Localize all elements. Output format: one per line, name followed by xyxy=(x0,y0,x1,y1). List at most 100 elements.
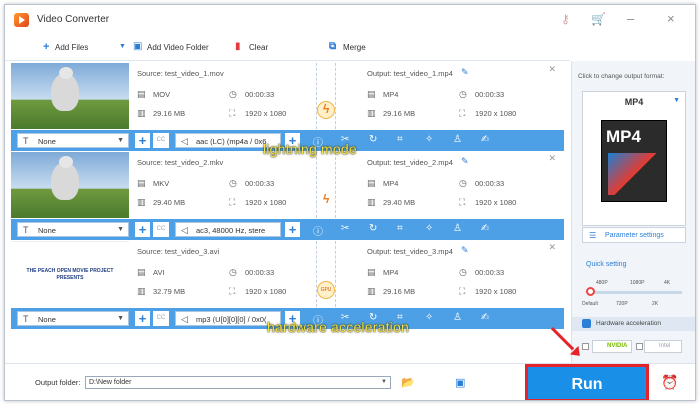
thumbnail-title-text: THE PEACH OPEN MOVIE PROJECT PRESENTS xyxy=(26,268,114,281)
mp4-format-icon: MP4 xyxy=(601,120,667,202)
lightning-icon: ϟ xyxy=(323,102,330,116)
crop-icon[interactable]: ⌗ xyxy=(397,223,403,234)
clear-button[interactable]: Clear xyxy=(249,43,268,52)
rotate-icon[interactable]: ↻ xyxy=(369,223,377,234)
output-format: MP4 xyxy=(383,268,399,277)
chevron-down-icon[interactable]: ▼ xyxy=(381,379,387,385)
source-duration: 00:00:33 xyxy=(245,179,275,188)
chevron-down-icon[interactable]: ▼ xyxy=(119,43,126,50)
quick-setting-label: Quick setting xyxy=(586,261,627,268)
annotation-lightning-mode: lightning mode xyxy=(263,141,357,157)
source-name: Source: test_video_1.mov xyxy=(137,69,224,78)
source-resolution: 1920 x 1080 xyxy=(245,287,287,296)
subtitle-select[interactable]: T None ▼ xyxy=(17,222,129,237)
add-files-button[interactable]: Add Files xyxy=(55,43,88,52)
effects-wand-icon[interactable]: ✧ xyxy=(425,312,433,323)
add-subtitle-button[interactable]: + xyxy=(135,222,150,237)
edit-pencil-icon[interactable]: ✎ xyxy=(461,156,469,167)
output-name: Output: test_video_3.mp4 xyxy=(367,247,453,256)
title-bar: Video Converter ⚷ 🛒 – × xyxy=(5,5,695,35)
parameter-settings-button[interactable]: ☰ Parameter settings xyxy=(582,227,686,243)
cc-icon[interactable]: CC xyxy=(153,311,169,326)
remove-row-close-icon[interactable]: ✕ xyxy=(548,64,556,75)
watermark-stamp-icon[interactable]: ♙ xyxy=(453,134,462,145)
cc-icon[interactable]: CC xyxy=(153,222,169,237)
file-icon: ▥ xyxy=(367,286,376,296)
text-icon: T xyxy=(23,225,29,235)
edit-subtitle-icon[interactable]: ✍ xyxy=(481,223,489,234)
edit-subtitle-icon[interactable]: ✍ xyxy=(481,312,489,323)
add-subtitle-button[interactable]: + xyxy=(135,311,150,326)
speaker-icon: ◁ xyxy=(181,136,188,146)
resolution-icon: ⛶ xyxy=(229,286,236,296)
film-icon: ▤ xyxy=(137,178,146,188)
audio-track-select[interactable]: ◁ mp3 (U[0][0][0] / 0x0( xyxy=(175,311,281,326)
app-title: Video Converter xyxy=(37,14,110,25)
preview-folder-icon[interactable]: ▣ xyxy=(455,376,465,389)
nvidia-checkbox[interactable] xyxy=(582,343,589,350)
annotation-hardware-acceleration: hardware acceleration xyxy=(267,319,409,335)
hardware-acceleration-header: Hardware acceleration xyxy=(571,317,695,331)
output-size: 29.40 MB xyxy=(383,198,416,207)
clock-icon: ◷ xyxy=(459,178,467,188)
edit-pencil-icon[interactable]: ✎ xyxy=(461,245,469,256)
output-folder-input[interactable]: D:\New folder ▼ xyxy=(85,376,391,389)
remove-row-close-icon[interactable]: ✕ xyxy=(548,242,556,253)
video-thumbnail-2[interactable] xyxy=(11,152,129,218)
video-thumbnail-3[interactable]: THE PEACH OPEN MOVIE PROJECT PRESENTS xyxy=(11,241,129,307)
close-window-button[interactable]: × xyxy=(667,11,675,26)
crop-icon[interactable]: ⌗ xyxy=(397,134,403,145)
rotate-icon[interactable]: ↻ xyxy=(369,134,377,145)
info-icon[interactable]: ⓘ xyxy=(313,223,323,238)
audio-track-select[interactable]: ◁ ac3, 48000 Hz, stere xyxy=(175,222,281,237)
text-icon: T xyxy=(23,136,29,146)
key-icon[interactable]: ⚷ xyxy=(561,12,570,26)
tick-4k: 4K xyxy=(664,280,671,286)
subtitle-select[interactable]: T None ▼ xyxy=(17,133,129,148)
add-audio-button[interactable]: + xyxy=(285,222,300,237)
output-name: Output: test_video_2.mp4 xyxy=(367,158,453,167)
tick-480p: 480P xyxy=(596,280,608,286)
source-format: MOV xyxy=(153,90,171,99)
file-icon: ▥ xyxy=(367,108,376,118)
sliders-icon: ☰ xyxy=(589,231,597,240)
chevron-down-icon: ▼ xyxy=(117,137,124,144)
nvidia-badge[interactable]: NVIDIA xyxy=(592,340,632,353)
video-thumbnail-1[interactable] xyxy=(11,63,129,129)
open-folder-icon[interactable]: 📂 xyxy=(401,376,415,389)
edit-pencil-icon[interactable]: ✎ xyxy=(461,67,469,78)
watermark-stamp-icon[interactable]: ♙ xyxy=(453,312,462,323)
subtitle-select[interactable]: T None ▼ xyxy=(17,311,129,326)
run-button[interactable]: Run xyxy=(525,364,649,400)
intel-checkbox[interactable] xyxy=(636,343,643,350)
merge-button[interactable]: Merge xyxy=(343,43,366,52)
chip-icon xyxy=(582,319,591,328)
source-format: AVI xyxy=(153,268,165,277)
file-icon: ▥ xyxy=(367,197,376,207)
intel-badge[interactable]: Intel xyxy=(644,340,682,353)
watermark-stamp-icon[interactable]: ♙ xyxy=(453,223,462,234)
alarm-clock-icon[interactable]: ⏰ xyxy=(661,374,678,391)
cut-icon[interactable]: ✂ xyxy=(341,223,349,234)
lightning-icon: ϟ xyxy=(323,192,330,206)
merge-icon: ⧉ xyxy=(329,41,337,52)
clock-icon: ◷ xyxy=(229,178,237,188)
remove-row-close-icon[interactable]: ✕ xyxy=(548,153,556,164)
add-subtitle-button[interactable]: + xyxy=(135,133,150,148)
output-format-selector[interactable]: MP4 ▼ MP4 xyxy=(582,91,686,226)
effects-wand-icon[interactable]: ✧ xyxy=(425,134,433,145)
output-format-label: MP4 xyxy=(624,97,644,107)
effects-wand-icon[interactable]: ✧ xyxy=(425,223,433,234)
file-icon: ▥ xyxy=(137,108,146,118)
file-icon: ▥ xyxy=(137,286,146,296)
output-duration: 00:00:33 xyxy=(475,90,505,99)
add-video-folder-button[interactable]: Add Video Folder xyxy=(147,43,209,52)
edit-subtitle-icon[interactable]: ✍ xyxy=(481,134,489,145)
quality-slider-handle[interactable] xyxy=(586,287,595,296)
cc-icon[interactable]: CC xyxy=(153,133,169,148)
source-format: MKV xyxy=(153,179,170,188)
minimize-button[interactable]: – xyxy=(627,11,634,26)
cart-icon[interactable]: 🛒 xyxy=(591,12,606,26)
source-duration: 00:00:33 xyxy=(245,268,275,277)
quality-slider-track[interactable] xyxy=(590,291,682,294)
